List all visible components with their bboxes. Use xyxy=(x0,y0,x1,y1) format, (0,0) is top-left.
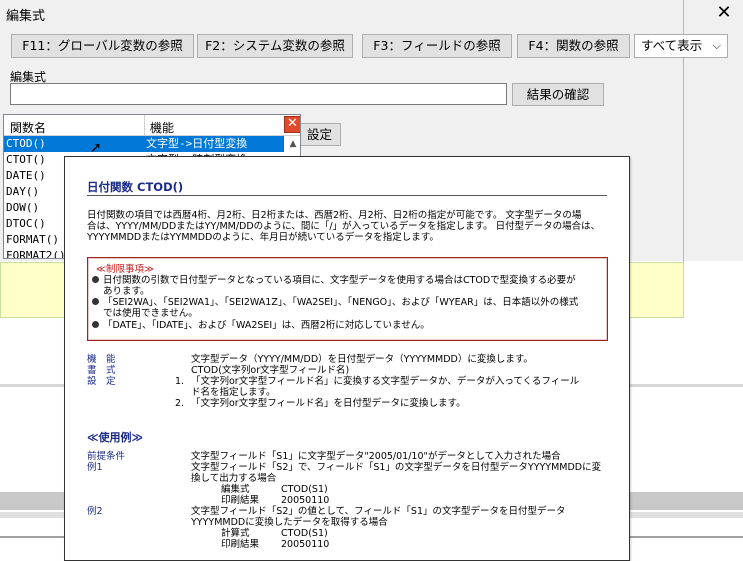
example1-text: 文字型フィールド「S2」で、フィールド「S1」の文字型データを日付型データYYY… xyxy=(191,462,602,473)
system-variable-button[interactable]: F2：システム変数の参照 xyxy=(197,34,353,58)
example2-result: 20050110 xyxy=(281,539,330,550)
function-list-header: 関数名 機能 xyxy=(4,115,300,136)
function-text: 文字型データ（YYYY/MM/DD）を日付型データ（YYYYMMDD）に変換しま… xyxy=(191,354,533,365)
function-name: DAY() xyxy=(6,185,40,198)
restriction-title: ≪制限事項≫ xyxy=(96,264,154,275)
bullet-icon xyxy=(92,276,99,283)
example2-label: 例2 xyxy=(87,506,103,517)
window-title: 編集式 xyxy=(6,9,46,24)
restriction-item-cont: では使用できません。 xyxy=(103,308,198,319)
setting-number: 1. xyxy=(175,376,185,387)
example1-result: 20050110 xyxy=(281,495,330,506)
restriction-item: 「SEI2WA」、「SEI2WA1」、「SEI2WA1Z」、「WA2SEI」、「… xyxy=(92,297,578,308)
setting-text-cont: ド名を指定します。 xyxy=(191,387,276,398)
bullet-icon xyxy=(92,321,99,328)
restriction-item: 日付関数の引数で日付型データとなっている項目に、文字型データを使用する場合はCT… xyxy=(92,275,576,286)
function-label: 機 能 xyxy=(87,354,116,365)
list-item[interactable]: CTOD() 文字型->日付型変換 xyxy=(4,136,284,152)
mouse-cursor-icon: ➚ xyxy=(90,140,102,156)
example1-label: 例1 xyxy=(87,462,103,473)
help-intro-line: 合は、YYYY/MM/DDまたはYY/MM/DDのように、間に「/」が入っている… xyxy=(87,221,601,232)
help-popup: 日付関数 CTOD() 日付関数の項目では西暦4桁、月2桁、日2桁または、西暦2… xyxy=(64,156,630,561)
help-title-underline xyxy=(87,195,607,196)
close-icon: ✕ xyxy=(287,116,298,131)
help-intro-line: YYYYMMDDまたはYYMMDDのように、年月日が続いているデータを指定します… xyxy=(87,232,439,243)
precondition-label: 前提条件 xyxy=(87,451,126,462)
restriction-item: 「DATE」、「IDATE」、および「WA2SEI」は、西暦2桁に対応していませ… xyxy=(92,320,430,331)
usage-title: ≪使用例≫ xyxy=(87,431,144,444)
close-window-button[interactable]: ✕ xyxy=(714,3,734,23)
column-header-description[interactable]: 機能 xyxy=(150,119,174,136)
expression-input[interactable] xyxy=(10,83,507,105)
example2-expr-label: 計算式 xyxy=(221,528,250,539)
chevron-down-icon: ⌵ xyxy=(712,39,721,52)
function-name: DATE() xyxy=(6,169,46,182)
function-name: FORMAT() xyxy=(6,233,59,246)
column-separator xyxy=(144,115,145,136)
example2-result-label: 印刷結果 xyxy=(221,539,260,550)
restriction-box: ≪制限事項≫ 日付関数の引数で日付型データとなっている項目に、文字型データを使用… xyxy=(87,257,608,341)
restriction-item-cont: あります。 xyxy=(103,286,150,297)
help-intro-line: 日付関数の項目では西暦4桁、月2桁、日2桁または、西暦2桁、月2桁、日2桁の指定… xyxy=(87,210,582,221)
close-icon: ✕ xyxy=(716,2,732,23)
example1-expr: CTOD(S1) xyxy=(281,484,328,495)
field-reference-button[interactable]: F3：フィールドの参照 xyxy=(362,34,512,58)
setting-text: 「文字列or文字型フィールド名」を日付型データに変換します。 xyxy=(191,398,466,409)
function-description: 文字型->日付型変換 xyxy=(146,137,248,150)
close-list-button[interactable]: ✕ xyxy=(284,116,300,133)
example2-text: 文字型フィールド「S2」の値として、フィールド「S1」の文字型データを日付型デー… xyxy=(191,506,566,517)
filter-dropdown[interactable]: すべて表示 ⌵ xyxy=(634,34,728,58)
scroll-up-arrow[interactable]: ▲ xyxy=(285,136,300,152)
precondition-text: 文字型フィールド「S1」に文字型データ"2005/01/10"がデータとして入力… xyxy=(191,451,561,462)
global-variable-button[interactable]: F11：グローバル変数の参照 xyxy=(11,34,194,58)
function-name: DOW() xyxy=(6,201,40,214)
example1-text-cont: 換して出力する場合 xyxy=(191,473,277,484)
setting-number: 2. xyxy=(175,398,185,409)
setting-text: 「文字列or文字型フィールド名」に変換する文字型データか、データが入ってくるフィ… xyxy=(191,376,580,387)
function-reference-button[interactable]: F4：関数の参照 xyxy=(517,34,630,58)
syntax-label: 書 式 xyxy=(87,365,116,376)
settings-button[interactable]: 設定 xyxy=(298,123,341,146)
column-header-name[interactable]: 関数名 xyxy=(10,119,46,136)
syntax-text: CTOD(文字列or文字型フィールド名) xyxy=(191,365,350,376)
function-name: CTOD() xyxy=(6,137,46,150)
function-name: FORMAT2() xyxy=(6,249,66,259)
function-name: CTOT() xyxy=(6,153,46,166)
example1-expr-label: 編集式 xyxy=(221,484,250,495)
setting-label: 設 定 xyxy=(87,376,116,387)
example1-result-label: 印刷結果 xyxy=(221,495,260,506)
help-title: 日付関数 CTOD() xyxy=(87,180,184,194)
bullet-icon xyxy=(92,298,99,305)
function-name: DTOC() xyxy=(6,217,46,230)
check-result-button[interactable]: 結果の確認 xyxy=(512,83,604,106)
example2-expr: CTOD(S1) xyxy=(281,528,328,539)
example2-text-cont: YYYYMMDDに変換したデータを取得する場合 xyxy=(191,517,388,528)
filter-selected: すべて表示 xyxy=(641,38,703,53)
